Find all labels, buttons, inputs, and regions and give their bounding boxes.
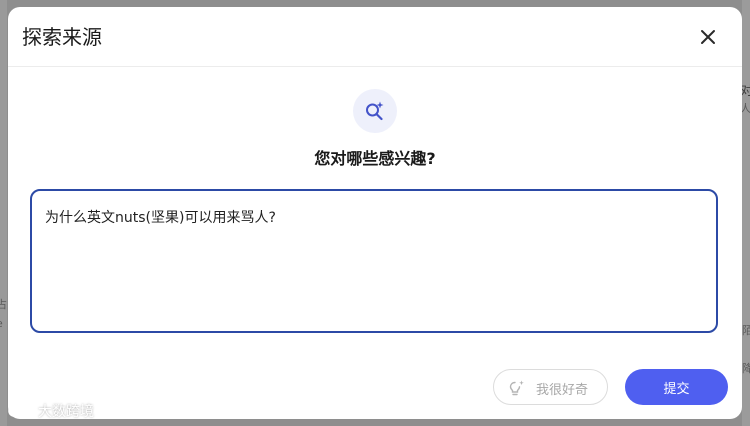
- submit-button-label: 提交: [663, 382, 690, 397]
- interest-question: 您对哪些感兴趣?: [314, 149, 436, 168]
- watermark-logo-icon: [8, 404, 32, 418]
- dialog-header: 探索来源: [8, 7, 742, 67]
- interest-textarea[interactable]: 为什么英文nuts(坚果)可以用来骂人?: [30, 189, 718, 333]
- explore-source-dialog: 探索来源 您对哪些感兴趣? 为什么英文nuts(坚果)可以用来骂人? 我很好奇 …: [8, 7, 742, 419]
- curious-button-label: 我很好奇: [536, 383, 589, 398]
- background-text: 降: [742, 362, 750, 375]
- curious-button[interactable]: 我很好奇: [493, 369, 608, 405]
- textarea-value: 为什么英文nuts(坚果)可以用来骂人?: [45, 210, 276, 226]
- background-text: 占: [0, 298, 7, 311]
- watermark-text: 大数跨境: [38, 404, 94, 420]
- lightbulb-sparkle-icon: [509, 380, 524, 396]
- close-button[interactable]: [696, 25, 720, 49]
- sparkle-search-icon: [366, 101, 384, 121]
- background-text: 陌: [742, 324, 750, 337]
- background-left-edge: [0, 0, 7, 426]
- submit-button[interactable]: 提交: [625, 369, 728, 405]
- dialog-title: 探索来源: [22, 25, 102, 49]
- sparkle-search-icon-badge: [353, 89, 397, 133]
- close-icon: [701, 30, 715, 44]
- background-text: e: [0, 317, 3, 330]
